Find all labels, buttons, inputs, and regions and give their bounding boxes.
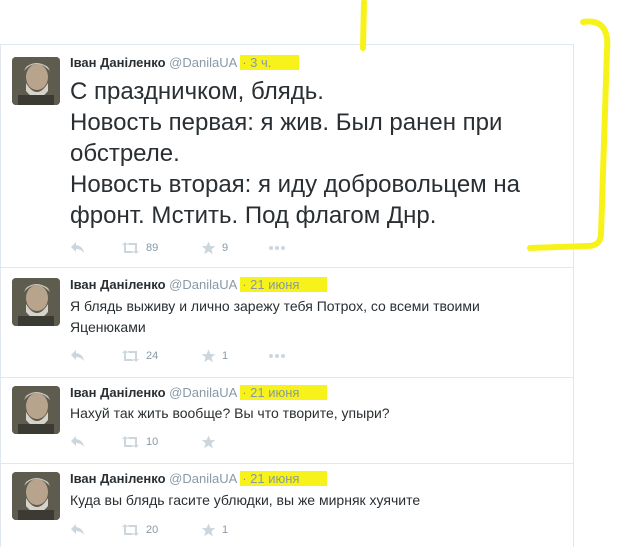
timestamp[interactable]: 21 июня [250,471,299,486]
retweet-button[interactable]: 24 [121,349,158,363]
more-icon [269,246,285,250]
author-handle[interactable]: @DanilaUA [169,385,236,400]
tweet[interactable]: Іван Даніленко @DanilaUA · 21 июня Куда … [1,463,573,547]
more-button[interactable] [268,349,286,363]
tweet[interactable]: Іван Даніленко @DanilaUA · 21 июня Я бля… [1,267,573,378]
author-name[interactable]: Іван Даніленко [70,277,166,292]
tweet-text: С праздничком, блядь. Новость первая: я … [70,76,560,231]
tweet-text-line: обстреле. [70,140,180,167]
retweet-count: 24 [146,350,159,362]
reply-icon [71,350,84,361]
favorite-count: 1 [222,524,229,536]
tweet-feed: Іван Даніленко @DanilaUA · 3 ч. С праздн… [0,44,574,547]
timestamp[interactable]: 3 ч. [250,55,271,70]
favorite-icon [201,349,216,363]
tweet-text: Куда вы блядь гасите ублюдки, вы же мирн… [70,490,560,511]
avatar[interactable] [12,57,60,105]
author-name[interactable]: Іван Даніленко [70,471,166,486]
favorite-button[interactable]: 1 [201,349,228,363]
author-name[interactable]: Іван Даніленко [70,55,166,70]
favorite-icon [201,435,216,449]
avatar[interactable] [12,278,60,326]
tweet-text-line: Куда вы блядь гасите ублюдки, вы же мирн… [70,492,421,508]
retweet-icon [122,350,139,362]
reply-icon [71,524,84,535]
marker-stroke [360,0,367,51]
retweet-count: 89 [146,242,159,254]
separator: · [242,471,247,486]
separator: · [242,385,247,400]
tweet-text: Я блядь выживу и лично зарежу тебя Потро… [70,296,560,338]
author-handle[interactable]: @DanilaUA [169,471,236,486]
retweet-button[interactable]: 10 [121,435,158,449]
tweet-text-line: Нахуй так жить вообще? Вы что творите, у… [70,405,390,421]
tweet-header: Іван Даніленко @DanilaUA · 21 июня [70,385,328,400]
reply-button[interactable] [70,349,86,363]
author-name[interactable]: Іван Даніленко [70,385,166,400]
tweet-text: Нахуй так жить вообще? Вы что творите, у… [70,403,560,424]
tweet-text-line: С праздничком, блядь. [70,78,324,105]
tweet-text-line: Новость первая: я жив. Был ранен при [70,109,503,136]
tweet-header: Іван Даніленко @DanilaUA · 21 июня [70,471,328,486]
favorite-button[interactable]: 9 [201,241,228,255]
timestamp-highlight: · 21 июня [240,385,328,400]
favorite-count: 1 [222,350,229,362]
more-button[interactable] [268,241,286,255]
tweet[interactable]: Іван Даніленко @DanilaUA · 21 июня Нахуй… [1,377,573,464]
reply-button[interactable] [70,241,86,255]
tweet-text-line: Новость вторая: я иду добровольцем на [70,171,520,198]
favorite-button[interactable] [201,435,222,449]
favorite-icon [201,523,216,537]
timestamp-highlight: · 3 ч. [240,55,300,70]
reply-button[interactable] [70,435,86,449]
tweet[interactable]: Іван Даніленко @DanilaUA · 3 ч. С праздн… [1,45,573,268]
separator: · [242,55,247,70]
favorite-button[interactable]: 1 [201,523,228,537]
tweet-text-line: фронт. Мстить. Под флагом Днр. [70,202,437,229]
retweet-icon [122,242,139,254]
timestamp-highlight: · 21 июня [240,277,328,292]
retweet-count: 10 [146,436,159,448]
retweet-button[interactable]: 20 [121,523,158,537]
retweet-icon [122,524,139,536]
tweet-header: Іван Даніленко @DanilaUA · 3 ч. [70,55,300,70]
tweet-text-line: Яценюками [70,319,146,335]
avatar[interactable] [12,386,60,434]
reply-icon [71,242,84,253]
retweet-count: 20 [146,524,159,536]
tweet-header: Іван Даніленко @DanilaUA · 21 июня [70,277,328,292]
favorite-count: 9 [222,242,229,254]
avatar[interactable] [12,472,60,520]
timestamp[interactable]: 21 июня [250,277,299,292]
timestamp-highlight: · 21 июня [240,471,328,486]
author-handle[interactable]: @DanilaUA [169,55,236,70]
retweet-button[interactable]: 89 [121,241,158,255]
separator: · [242,277,247,292]
retweet-icon [122,436,139,448]
more-icon [269,354,285,358]
author-handle[interactable]: @DanilaUA [169,277,236,292]
reply-icon [71,436,84,447]
favorite-icon [201,241,216,255]
timestamp[interactable]: 21 июня [250,385,299,400]
reply-button[interactable] [70,523,86,537]
tweet-text-line: Я блядь выживу и лично зарежу тебя Потро… [70,298,480,314]
